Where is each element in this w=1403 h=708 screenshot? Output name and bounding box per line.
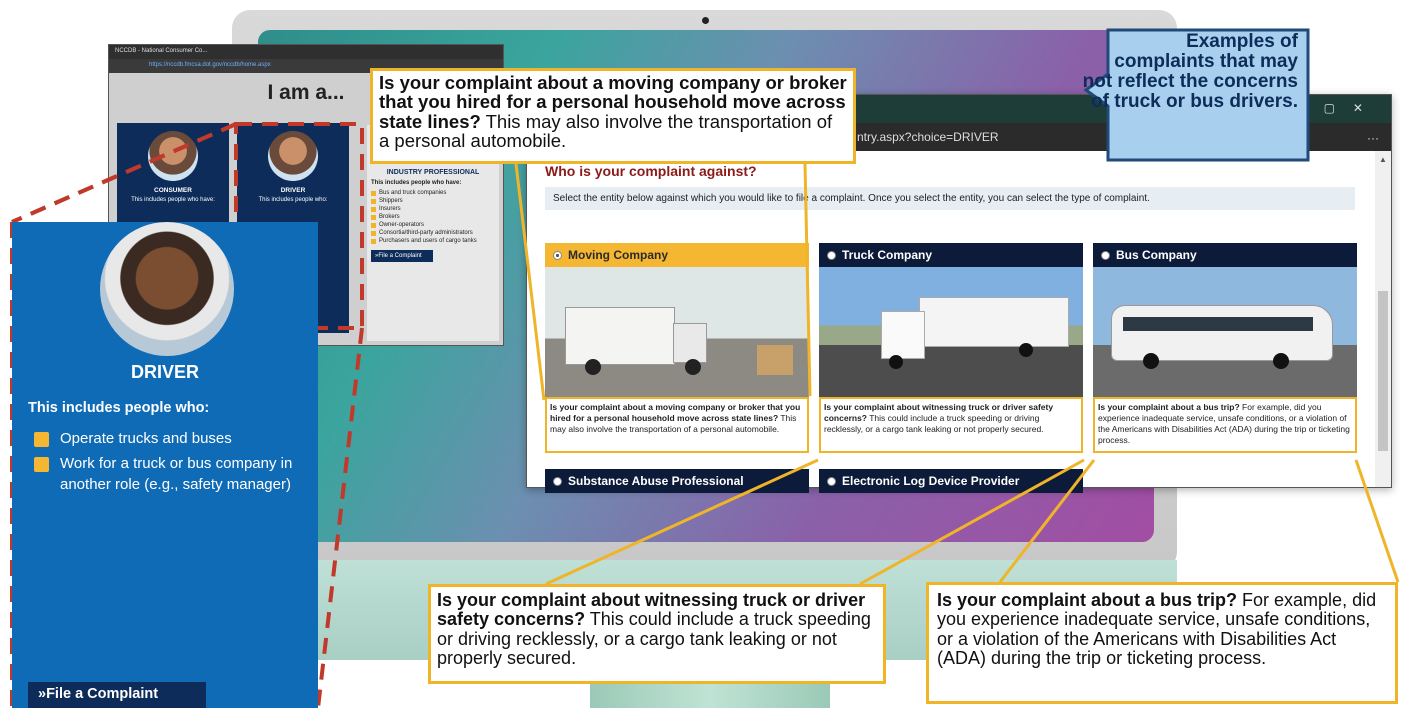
- driver-list: Operate trucks and buses Work for a truc…: [34, 428, 314, 499]
- driver-sub: This includes people who:: [28, 400, 210, 416]
- slide: NCCDB - National Consumer Co... https://…: [0, 0, 1403, 708]
- examples-callout: Examples of complaints that may not refl…: [1082, 26, 1312, 164]
- callout-moving: Is your complaint about a moving company…: [370, 68, 856, 164]
- driver-item: Work for a truck or bus company in anoth…: [34, 453, 314, 495]
- file-complaint-button[interactable]: »File a Complaint: [28, 682, 206, 708]
- driver-avatar: [100, 222, 234, 356]
- callout-bus: Is your complaint about a bus trip? For …: [926, 582, 1398, 704]
- driver-title: DRIVER: [130, 362, 199, 382]
- examples-text: Examples of complaints that may not refl…: [1082, 31, 1298, 113]
- driver-card-zoomed[interactable]: DRIVER This includes people who: Operate…: [12, 222, 318, 708]
- driver-item: Operate trucks and buses: [34, 428, 314, 449]
- callout-truck: Is your complaint about witnessing truck…: [428, 584, 886, 684]
